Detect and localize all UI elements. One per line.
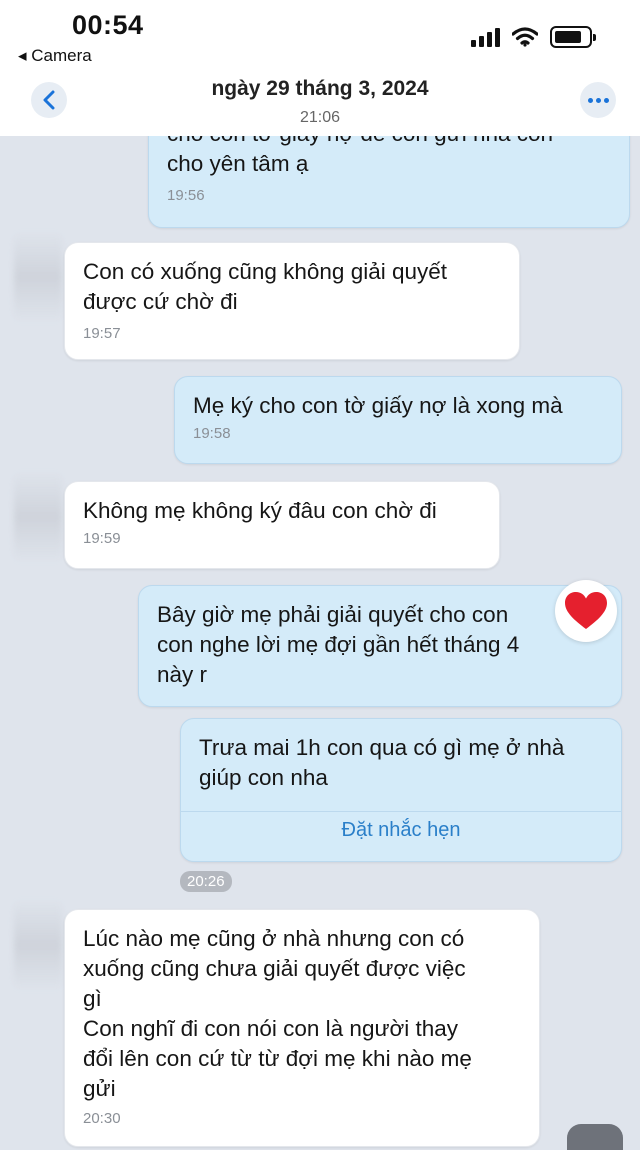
status-icons xyxy=(471,26,596,48)
message-text: Con có xuống cũng không giải quyết được … xyxy=(83,259,448,314)
message-time: 19:57 xyxy=(83,325,121,342)
message-text: Trưa mai 1h con qua có gì mẹ ở nhà giúp … xyxy=(199,735,565,790)
message-time: 19:58 xyxy=(193,425,231,442)
divider xyxy=(181,811,621,812)
message-bubble-outgoing[interactable]: Bây giờ mẹ phải giải quyết cho con con n… xyxy=(138,585,622,707)
page-subtitle: 21:06 xyxy=(299,109,341,126)
avatar xyxy=(14,232,62,322)
status-time: 00:54 xyxy=(72,10,144,40)
message-text: Mẹ ký cho con tờ giấy nợ là xong mà xyxy=(193,393,563,418)
message-text: Lúc nào mẹ cũng ở nhà nhưng con có xuống… xyxy=(83,926,472,1101)
more-dots-icon xyxy=(587,97,609,103)
page-title: ngày 29 tháng 3, 2024 xyxy=(211,77,429,100)
message-bubble-incoming[interactable]: Lúc nào mẹ cũng ở nhà nhưng con có xuống… xyxy=(64,909,540,1147)
set-reminder-link[interactable]: Đặt nhắc hẹn xyxy=(181,819,621,842)
status-bar: 00:54 ◂ Camera xyxy=(0,0,640,70)
message-bubble-outgoing[interactable]: Trưa mai 1h con qua có gì mẹ ở nhà giúp … xyxy=(180,718,622,862)
chat-area[interactable]: cho con tờ giấy nợ để con gửi nha con ch… xyxy=(0,0,640,1150)
back-to-camera-link[interactable]: ◂ Camera xyxy=(18,46,92,66)
wifi-icon xyxy=(512,27,538,47)
message-text: Bây giờ mẹ phải giải quyết cho con con n… xyxy=(157,602,520,687)
message-time: 20:30 xyxy=(83,1110,121,1127)
message-bubble-incoming[interactable]: Con có xuống cũng không giải quyết được … xyxy=(64,242,520,360)
scroll-button[interactable] xyxy=(567,1124,623,1150)
chat-header: ngày 29 tháng 3, 2024 21:06 xyxy=(0,70,640,136)
message-time: 19:56 xyxy=(167,187,205,204)
message-text: Không mẹ không ký đâu con chờ đi xyxy=(83,498,437,523)
message-bubble-outgoing[interactable]: Mẹ ký cho con tờ giấy nợ là xong mà 19:5… xyxy=(174,376,622,464)
message-time-chip: 20:26 xyxy=(180,871,232,892)
avatar xyxy=(14,472,62,562)
reaction-heart[interactable] xyxy=(555,580,617,642)
battery-icon xyxy=(550,26,596,48)
signal-icon xyxy=(471,27,500,47)
heart-icon xyxy=(565,592,607,629)
avatar xyxy=(14,900,62,990)
more-button[interactable] xyxy=(580,82,616,118)
message-time: 19:59 xyxy=(83,530,121,547)
message-bubble-incoming[interactable]: Không mẹ không ký đâu con chờ đi 19:59 xyxy=(64,481,500,569)
